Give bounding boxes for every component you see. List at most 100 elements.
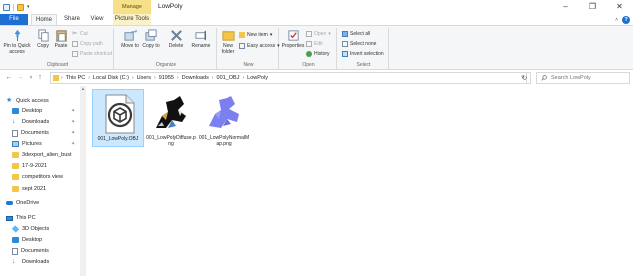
- breadcrumb-downloads[interactable]: Downloads: [179, 75, 212, 81]
- invert-selection-button[interactable]: Invert selection: [342, 50, 384, 58]
- nav-pane-scrollbar[interactable]: ▲: [80, 86, 86, 276]
- maximize-button[interactable]: ❐: [579, 0, 606, 14]
- new-item-button[interactable]: New item ▾: [239, 31, 272, 39]
- properties-label: Properties: [281, 43, 305, 49]
- paste-button[interactable]: Paste: [52, 29, 70, 49]
- pin-to-quick-access-button[interactable]: Pin to Quick access: [3, 29, 31, 55]
- cut-button[interactable]: ✂ Cut: [72, 30, 88, 38]
- nav-item-this-pc[interactable]: This PC: [6, 213, 36, 223]
- chevron-down-icon: ▾: [328, 31, 331, 37]
- properties-icon[interactable]: [3, 3, 10, 11]
- properties-button[interactable]: Properties: [281, 29, 305, 49]
- history-button[interactable]: History: [306, 50, 330, 58]
- nav-item-downloads[interactable]: ↓ Downloads: [12, 257, 49, 267]
- nav-item-label: Pictures: [22, 141, 42, 147]
- scroll-up-icon[interactable]: ▲: [80, 86, 86, 92]
- move-to-button[interactable]: Move to: [120, 29, 140, 49]
- move-to-icon: [123, 29, 137, 41]
- breadcrumb-this-pc[interactable]: This PC: [63, 75, 89, 81]
- paste-shortcut-button[interactable]: Paste shortcut: [72, 50, 112, 58]
- new-folder-icon: [221, 30, 235, 41]
- tab-share[interactable]: Share: [60, 14, 84, 25]
- pin-label: Pin to Quick access: [3, 43, 31, 55]
- invert-selection-label: Invert selection: [350, 51, 384, 57]
- document-icon: [12, 129, 18, 137]
- tab-view[interactable]: View: [86, 14, 108, 25]
- breadcrumb-001-obj[interactable]: 001_OBJ: [214, 75, 243, 81]
- folder-blue-icon: [12, 237, 19, 243]
- image-thumbnail: [209, 96, 239, 128]
- select-none-label: Select none: [350, 41, 377, 47]
- edit-icon: [306, 41, 312, 47]
- copy-path-button[interactable]: Copy path: [72, 40, 103, 48]
- nav-item-sept-2021[interactable]: sept 2021: [12, 184, 46, 194]
- easy-access-button[interactable]: Easy access ▾: [239, 42, 280, 50]
- search-box[interactable]: [536, 72, 630, 84]
- file-item[interactable]: 001_LowPoly.OBJ: [92, 89, 144, 147]
- file-name: 001_LowPolyDiffuse.png: [146, 135, 196, 147]
- copy-to-button[interactable]: Copy to: [141, 29, 161, 49]
- forward-button[interactable]: →: [15, 72, 25, 84]
- file-item[interactable]: 001_LowPolyDiffuse.png: [145, 89, 197, 147]
- tab-home[interactable]: Home: [31, 14, 57, 25]
- scissors-icon: ✂: [72, 31, 78, 37]
- folder-icon: [12, 163, 19, 169]
- up-button[interactable]: ↑: [35, 72, 45, 84]
- nav-item-label: Desktop: [22, 237, 43, 243]
- select-all-button[interactable]: Select all: [342, 30, 370, 38]
- new-folder-icon[interactable]: [17, 3, 24, 11]
- close-button[interactable]: ✕: [606, 0, 633, 14]
- open-group: Properties Open ▾ Edit History Open: [281, 28, 337, 69]
- chevron-up-icon[interactable]: ˄: [615, 17, 618, 23]
- copy-label: Copy: [37, 43, 49, 49]
- properties-icon: [287, 30, 299, 41]
- nav-item-desktop[interactable]: Desktop: [12, 235, 42, 245]
- breadcrumb-user[interactable]: 91955: [156, 75, 177, 81]
- open-button[interactable]: Open ▾: [306, 30, 331, 38]
- help-icon[interactable]: ?: [622, 16, 630, 24]
- organize-group: Move to Copy to Delete Rename Organize: [116, 28, 217, 69]
- nav-item-label: Desktop: [22, 108, 43, 114]
- refresh-button[interactable]: ↻: [519, 72, 531, 84]
- nav-item-3dexport-alien-bust[interactable]: 3dexport_alien_bust: [12, 150, 72, 160]
- search-input[interactable]: [551, 75, 621, 81]
- breadcrumb-users[interactable]: Users: [134, 75, 154, 81]
- chevron-down-icon[interactable]: ▾: [27, 4, 30, 10]
- nav-item-downloads[interactable]: ↓ Downloads: [12, 117, 49, 127]
- copy-button[interactable]: Copy: [35, 29, 51, 49]
- nav-item-3d-objects[interactable]: 3D Objects: [11, 224, 49, 234]
- breadcrumb-local-disk[interactable]: Local Disk (C:): [90, 75, 132, 81]
- rename-button[interactable]: Rename: [189, 29, 213, 49]
- nav-item-17-9-2021[interactable]: 17-9-2021: [12, 161, 47, 171]
- paste-shortcut-icon: [72, 51, 78, 57]
- select-none-button[interactable]: Select none: [342, 40, 376, 48]
- edit-button[interactable]: Edit: [306, 40, 323, 48]
- new-folder-button[interactable]: New folder: [219, 29, 237, 55]
- file-item[interactable]: 001_LowPolyNormalMap.png: [198, 89, 250, 147]
- nav-item-label: 17-9-2021: [22, 163, 48, 169]
- breadcrumb-lowpoly[interactable]: LowPoly: [244, 75, 271, 81]
- nav-item-competitors-view[interactable]: competitors view: [12, 172, 63, 182]
- tab-file[interactable]: File: [0, 14, 28, 25]
- copy-path-label: Copy path: [80, 41, 103, 47]
- tab-picture-tools[interactable]: Picture Tools: [113, 14, 151, 25]
- back-button[interactable]: ←: [4, 72, 14, 84]
- ribbon-controls: ˄ ?: [615, 15, 630, 25]
- select-group-label: Select: [356, 62, 371, 68]
- easy-access-icon: [239, 43, 245, 49]
- toolbar-divider: [13, 3, 14, 11]
- nav-item-onedrive[interactable]: OneDrive: [6, 198, 39, 208]
- minimize-button[interactable]: –: [552, 0, 579, 14]
- delete-button[interactable]: Delete: [165, 29, 187, 49]
- document-icon: [12, 247, 18, 255]
- folder-blue-icon: [12, 108, 19, 114]
- nav-item-desktop[interactable]: Desktop: [12, 106, 42, 116]
- nav-item-pictures[interactable]: Pictures: [12, 139, 42, 149]
- nav-item-quick-access[interactable]: ★ Quick access: [6, 96, 49, 106]
- nav-item-documents[interactable]: Documents: [12, 246, 49, 256]
- nav-item-label: OneDrive: [16, 200, 40, 206]
- nav-item-documents[interactable]: Documents: [12, 128, 49, 138]
- paste-label: Paste: [54, 43, 68, 49]
- address-bar[interactable]: › This PC › Local Disk (C:) › Users › 91…: [50, 72, 527, 84]
- select-all-label: Select all: [350, 31, 371, 37]
